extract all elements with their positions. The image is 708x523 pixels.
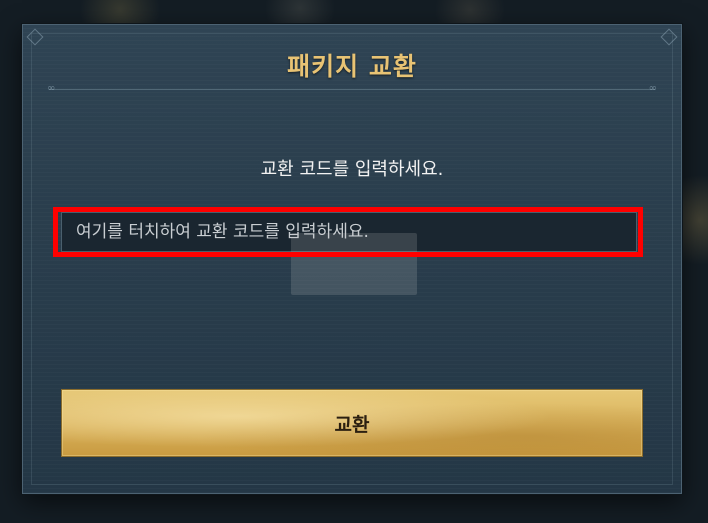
exchange-button-label: 교환 — [334, 413, 370, 436]
rule-ornament-icon: ∞ — [648, 83, 657, 94]
exchange-code-input[interactable] — [61, 212, 637, 252]
title-divider — [49, 89, 655, 90]
package-exchange-dialog: 패키지 교환 ∞ ∞ 교환 코드를 입력하세요. 교환 — [22, 24, 682, 494]
diamond-ornament-icon — [660, 28, 678, 46]
exchange-button[interactable]: 교환 — [61, 389, 643, 457]
dialog-title: 패키지 교환 — [287, 52, 417, 81]
diamond-ornament-icon — [26, 28, 44, 46]
code-prompt-text: 교환 코드를 입력하세요. — [260, 159, 444, 180]
